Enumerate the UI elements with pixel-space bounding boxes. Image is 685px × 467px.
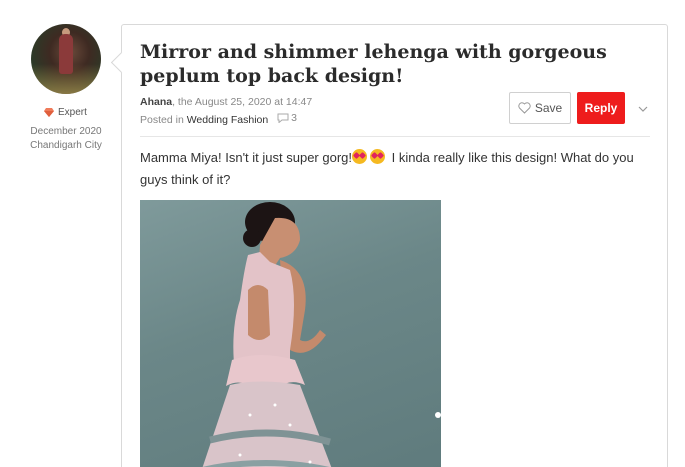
speech-bubble-icon bbox=[277, 113, 289, 123]
post-title: Mirror and shimmer lehenga with gorgeous… bbox=[140, 41, 607, 87]
heart-eyes-emoji-icon bbox=[370, 149, 385, 164]
chevron-down-icon[interactable] bbox=[636, 102, 650, 116]
member-since: December 2020 bbox=[30, 126, 102, 137]
comment-count-value: 3 bbox=[291, 112, 297, 124]
author-name[interactable]: Ahana bbox=[140, 96, 172, 108]
save-button[interactable]: Save bbox=[509, 92, 571, 124]
heart-eyes-emoji-icon bbox=[352, 149, 367, 164]
category-link[interactable]: Wedding Fashion bbox=[187, 114, 269, 126]
author-badge: Expert bbox=[44, 107, 87, 118]
comment-count[interactable]: 3 bbox=[277, 110, 297, 126]
post-image[interactable] bbox=[140, 200, 441, 467]
post-body: Mamma Miya! Isn't it just super gorg! I … bbox=[140, 147, 650, 191]
post-body-text-1: Mamma Miya! Isn't it just super gorg! bbox=[140, 150, 352, 165]
heart-icon bbox=[518, 102, 531, 114]
post-date: , the August 25, 2020 at 14:47 bbox=[172, 96, 313, 108]
diamond-icon bbox=[44, 108, 54, 117]
author-location: Chandigarh City bbox=[30, 140, 102, 151]
post-card: Mirror and shimmer lehenga with gorgeous… bbox=[121, 24, 668, 467]
badge-label: Expert bbox=[58, 107, 87, 118]
posted-in-label: Posted in bbox=[140, 114, 184, 126]
avatar[interactable] bbox=[31, 24, 101, 94]
save-label: Save bbox=[534, 101, 563, 115]
author-info: December 2020 Chandigarh City bbox=[0, 125, 132, 153]
post-meta: Ahana, the August 25, 2020 at 14:47 Post… bbox=[140, 94, 312, 128]
reply-button[interactable]: Reply bbox=[577, 92, 625, 124]
divider bbox=[140, 136, 650, 137]
lehenga-photo bbox=[201, 202, 441, 467]
